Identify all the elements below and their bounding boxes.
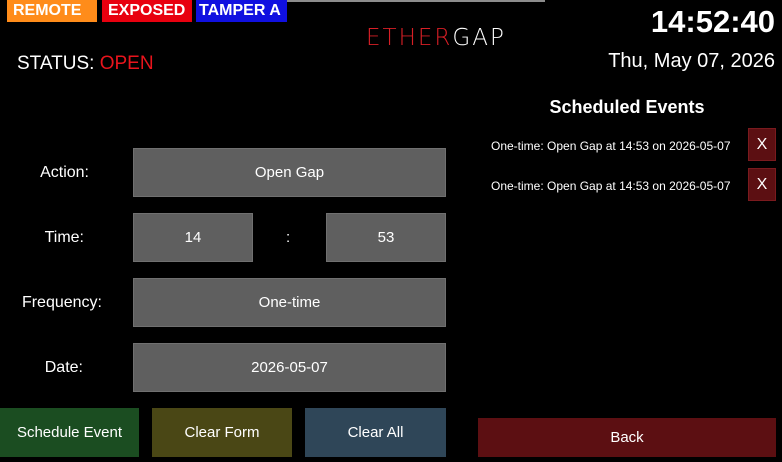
date-field[interactable]: 2026-05-07	[133, 343, 446, 392]
clock-date: Thu, May 07, 2026	[608, 50, 775, 72]
clear-all-button[interactable]: Clear All	[305, 408, 446, 457]
back-button[interactable]: Back	[478, 418, 776, 457]
scheduled-event-item: One-time: Open Gap at 14:53 on 2026-05-0…	[491, 179, 731, 193]
scheduled-events-title: Scheduled Events	[549, 97, 705, 117]
schedule-event-button[interactable]: Schedule Event	[0, 408, 139, 457]
exposed-badge: EXPOSED	[102, 0, 192, 22]
logo-ether: ETHER	[366, 25, 453, 51]
ethergap-logo: ETHERGAP	[366, 24, 506, 51]
gap-status: STATUS: OPEN	[17, 53, 154, 75]
scheduled-event-item: One-time: Open Gap at 14:53 on 2026-05-0…	[491, 139, 731, 153]
logo-gap: GAP	[452, 25, 506, 51]
date-label: Date:	[44, 359, 83, 376]
delete-event-button[interactable]: X	[748, 128, 776, 161]
time-label: Time:	[44, 229, 84, 246]
clear-form-button[interactable]: Clear Form	[152, 408, 292, 457]
time-separator: :	[286, 229, 291, 246]
remote-badge: REMOTE	[7, 0, 97, 22]
action-label: Action:	[40, 164, 89, 181]
header-divider	[287, 0, 545, 2]
delete-event-button[interactable]: X	[748, 168, 776, 201]
minute-field[interactable]: 53	[326, 213, 446, 262]
frequency-label: Frequency:	[21, 294, 102, 311]
clock-time: 14:52:40	[650, 4, 775, 39]
frequency-select[interactable]: One-time	[133, 278, 446, 327]
action-select[interactable]: Open Gap	[133, 148, 446, 197]
status-label: STATUS:	[17, 53, 100, 74]
tamper-badge: TAMPER A	[196, 0, 287, 22]
status-value: OPEN	[99, 53, 154, 74]
hour-field[interactable]: 14	[133, 213, 253, 262]
